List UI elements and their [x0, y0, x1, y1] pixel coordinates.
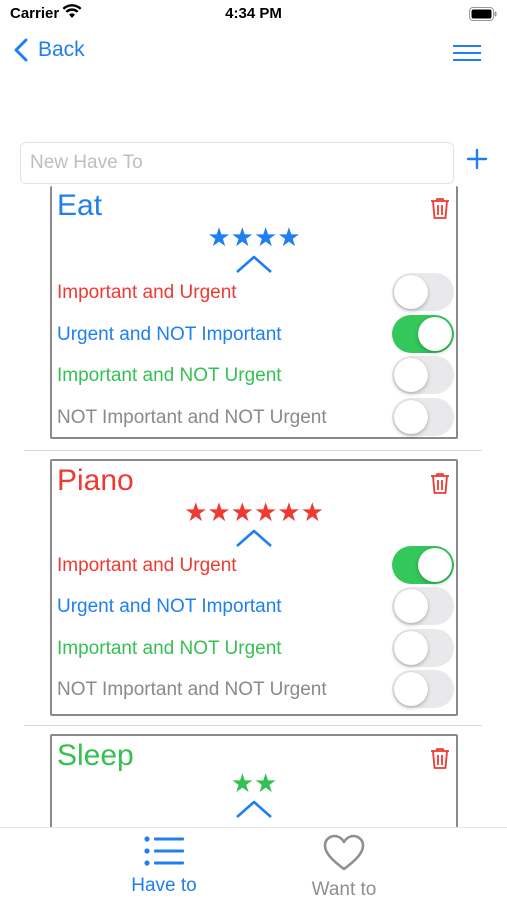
priority-stars: ★★★★ — [207, 222, 301, 252]
status-bar: Carrier 4:34 PM — [0, 0, 507, 30]
back-button[interactable]: Back — [14, 38, 85, 62]
option-important-urgent: Important and Urgent — [57, 555, 237, 576]
item-card: Eat ★★★★ Important and Urgent Urgent and… — [50, 186, 458, 439]
toggle-knob — [418, 317, 452, 351]
item-title: Piano — [57, 464, 134, 497]
tab-want-to-label: Want to — [311, 879, 377, 900]
list-item[interactable]: Piano ★★★★★★ Important and Urgent Urgent… — [24, 451, 482, 726]
item-card: Piano ★★★★★★ Important and Urgent Urgent… — [50, 459, 458, 716]
option-urgent-not-important: Urgent and NOT Important — [57, 596, 282, 617]
hamburger-menu-icon[interactable] — [453, 44, 481, 67]
list-item[interactable]: Sleep ★★ — [24, 726, 482, 827]
trash-icon[interactable] — [430, 197, 450, 224]
add-icon[interactable] — [466, 148, 488, 175]
option-not-important-not-urgent: NOT Important and NOT Urgent — [57, 679, 327, 700]
toggle-not-important-not-urgent[interactable] — [392, 670, 454, 708]
toggle-not-important-not-urgent[interactable] — [392, 398, 454, 436]
toggle-urgent-not-important[interactable] — [392, 587, 454, 625]
toggle-important-urgent[interactable] — [392, 546, 454, 584]
back-label: Back — [38, 38, 85, 61]
item-title: Eat — [57, 189, 103, 222]
option-urgent-not-important: Urgent and NOT Important — [57, 324, 282, 345]
list-item[interactable]: Eat ★★★★ Important and Urgent Urgent and… — [24, 186, 482, 451]
heart-icon — [322, 834, 366, 876]
chevron-up-icon[interactable] — [235, 528, 273, 553]
toggle-knob — [394, 358, 428, 392]
option-important-not-urgent: Important and NOT Urgent — [57, 365, 282, 386]
toggle-important-not-urgent[interactable] — [392, 356, 454, 394]
tab-want-to[interactable]: Want to — [279, 834, 409, 900]
toggle-urgent-not-important[interactable] — [392, 315, 454, 353]
option-not-important-not-urgent: NOT Important and NOT Urgent — [57, 407, 327, 428]
new-have-to-placeholder: New Have To — [30, 152, 143, 173]
toggle-important-urgent[interactable] — [392, 273, 454, 311]
toggle-knob — [418, 548, 452, 582]
toggle-knob — [394, 589, 428, 623]
toggle-knob — [394, 672, 428, 706]
have-to-list[interactable]: Eat ★★★★ Important and Urgent Urgent and… — [24, 186, 482, 827]
battery-icon — [469, 7, 497, 26]
toggle-important-not-urgent[interactable] — [392, 629, 454, 667]
new-item-row: New Have To — [20, 142, 490, 184]
chevron-up-icon[interactable] — [235, 254, 273, 279]
priority-stars: ★★★★★★ — [184, 497, 324, 527]
chevron-left-icon — [14, 38, 28, 62]
toggle-knob — [394, 400, 428, 434]
status-time: 4:34 PM — [225, 5, 282, 22]
navigation-bar: Back — [0, 36, 507, 72]
item-card: Sleep ★★ — [50, 734, 458, 827]
toggle-knob — [394, 275, 428, 309]
chevron-up-icon[interactable] — [235, 799, 273, 824]
toggle-knob — [394, 631, 428, 665]
trash-icon[interactable] — [430, 472, 450, 499]
tab-bar: Have to Want to — [0, 827, 507, 900]
option-important-not-urgent: Important and NOT Urgent — [57, 638, 282, 659]
priority-stars: ★★ — [230, 768, 278, 798]
tab-have-to[interactable]: Have to — [99, 834, 229, 897]
list-icon — [142, 836, 186, 872]
tab-have-to-label: Have to — [131, 875, 197, 896]
option-important-urgent: Important and Urgent — [57, 282, 237, 303]
new-have-to-input[interactable]: New Have To — [20, 142, 454, 184]
